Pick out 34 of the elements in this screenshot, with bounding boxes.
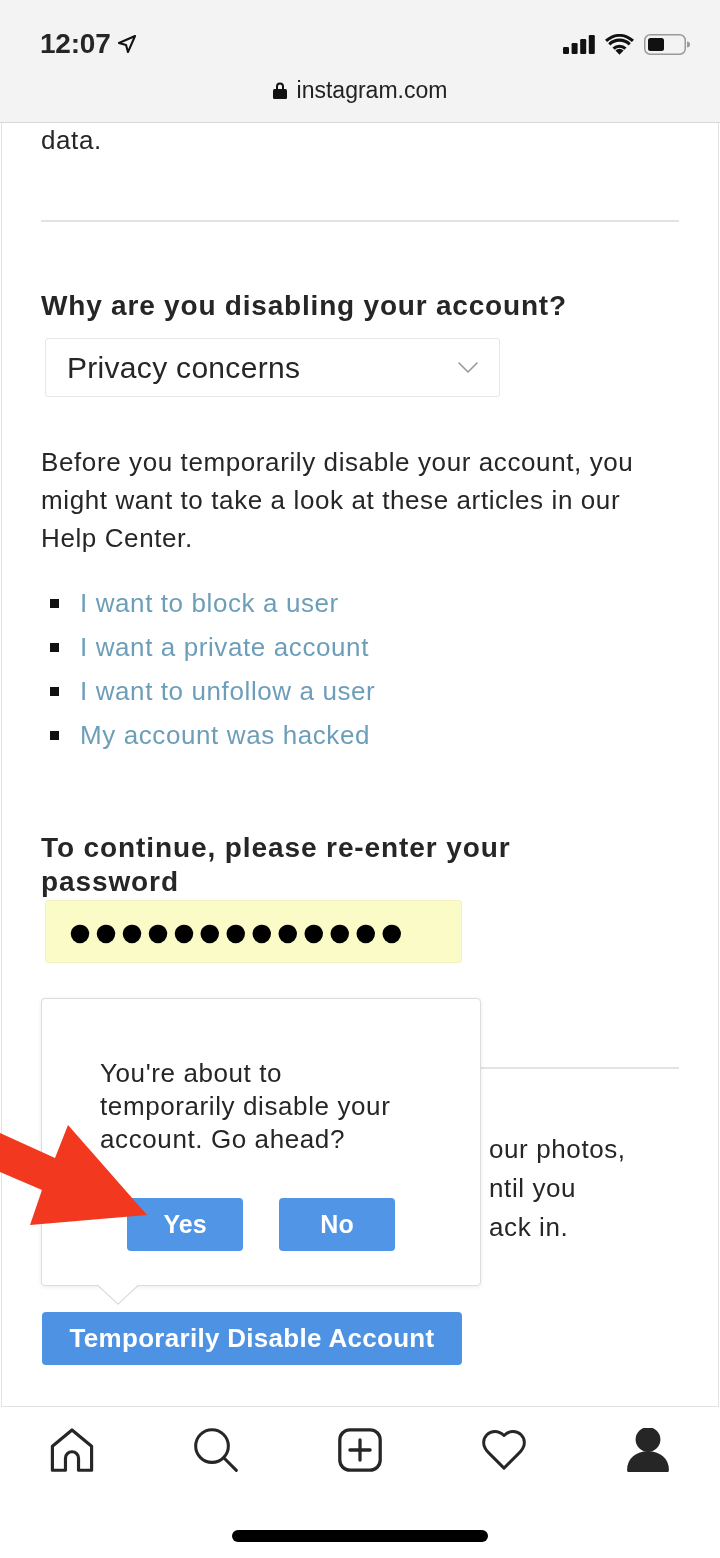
disable-account-button[interactable]: Temporarily Disable Account [42, 1312, 462, 1365]
square-bullet-icon [50, 642, 59, 652]
address-url[interactable]: instagram.com [296, 78, 448, 102]
plus-square-icon[interactable] [338, 1428, 382, 1472]
clock-time: 12:07 [40, 30, 111, 58]
confirm-option-button[interactable]: Yes [127, 1198, 243, 1251]
partially-hidden-text: ack in. [489, 1211, 570, 1244]
confirm-message: You're about to temporarily disable your account. Go ahead? [100, 1057, 392, 1156]
help-link[interactable]: I want to block a user [80, 588, 339, 618]
location-arrow-icon [117, 35, 136, 53]
home-icon[interactable] [50, 1428, 94, 1472]
search-icon[interactable] [194, 1428, 238, 1472]
partially-hidden-text: ntil you [489, 1172, 578, 1205]
help-link[interactable]: I want a private account [80, 632, 369, 662]
wifi-icon [605, 33, 634, 55]
square-bullet-icon [50, 598, 59, 608]
help-intro-text: Before you temporarily disable your account, you might want to take a look at these articles in our Help Center. [41, 446, 635, 555]
partially-hidden-text: our photos, [489, 1133, 627, 1166]
password-field[interactable]: ●●●●●●●●●●●●● [45, 900, 462, 963]
text-fragment: data. [41, 124, 103, 157]
square-bullet-icon [50, 686, 59, 696]
reason-select[interactable]: Privacy concerns [45, 338, 500, 397]
signal-icon [563, 34, 595, 54]
lock-icon [272, 81, 287, 99]
battery-icon [644, 33, 690, 55]
confirm-option-button[interactable]: No [279, 1198, 395, 1251]
section-heading: Why are you disabling your account? [41, 289, 568, 323]
chevron-down-icon [458, 362, 478, 373]
heart-icon[interactable] [482, 1428, 526, 1472]
help-link[interactable]: My account was hacked [80, 720, 371, 750]
person-icon[interactable] [626, 1428, 670, 1472]
help-link[interactable]: I want to unfollow a user [80, 676, 376, 706]
password-heading: To continue, please re-enter your password [41, 831, 512, 899]
square-bullet-icon [50, 730, 59, 740]
